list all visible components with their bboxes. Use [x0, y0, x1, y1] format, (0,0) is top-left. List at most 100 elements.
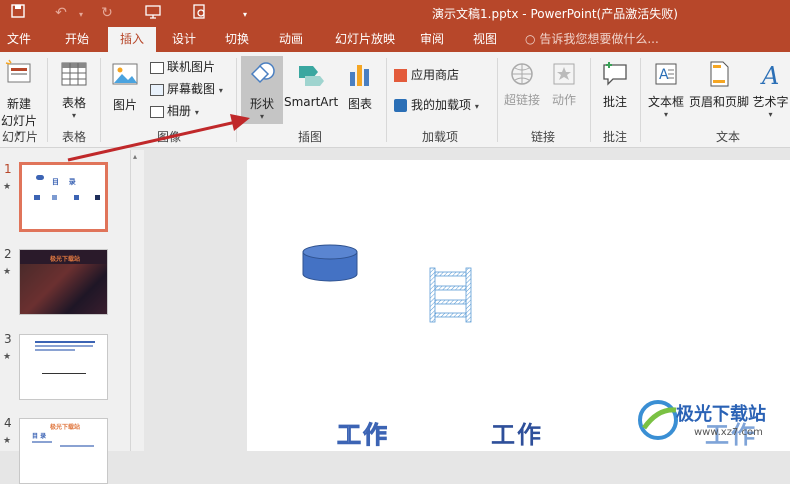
group-text-label: 文本 [716, 130, 741, 144]
slide-thumbnail-3[interactable] [19, 334, 108, 400]
thumbnail-scrollbar[interactable]: ▴ [130, 150, 144, 451]
group-slides-label: 幻灯片 [2, 130, 39, 144]
wordart-icon: A [760, 62, 779, 90]
thumbnail-subtitle: 目 录 [32, 433, 47, 440]
action-icon [553, 63, 575, 85]
thumbnail-title: 极光下载站 [50, 256, 81, 263]
smartart-icon [299, 66, 324, 86]
comment-button[interactable]: 批注 [595, 56, 635, 124]
header-footer-icon [710, 61, 729, 87]
table-label: 表格 [61, 96, 86, 110]
star-icon: ★ [3, 182, 12, 192]
my-addins-icon [394, 99, 407, 112]
tab-review[interactable]: 审阅 [412, 27, 452, 52]
online-picture-button[interactable]: 联机图片 [150, 58, 215, 75]
slide-number: 3 [4, 332, 12, 346]
chevron-down-icon: ▾ [259, 112, 264, 121]
slide-thumbnail-1[interactable]: 目 录 [19, 162, 108, 232]
thumbnail-text-line [35, 345, 93, 347]
shapes-label: 形状 [249, 97, 274, 111]
slide-thumbnail-2[interactable]: 极光下载站 [19, 249, 108, 315]
watermark-logo [638, 400, 678, 440]
chevron-down-icon: ▾ [218, 86, 223, 95]
group-illustrations-label: 插图 [298, 130, 323, 144]
ribbon: 新建 幻灯片 ▾ 幻灯片 表格 ▾ 表格 图片 联机图片 屏幕截图 ▾ 相册 ▾… [0, 52, 790, 148]
screenshot-label: 屏幕截图 [167, 82, 216, 96]
store-label: 应用商店 [411, 68, 460, 82]
comment-label: 批注 [602, 95, 627, 109]
new-slide-label-2: 幻灯片 [0, 114, 37, 128]
tab-home[interactable]: 开始 [54, 27, 100, 52]
thumbnail-shape [74, 195, 79, 200]
header-footer-button[interactable]: 页眉和页脚 [688, 56, 750, 124]
svg-text:A: A [760, 62, 779, 88]
smartart-label: SmartArt [284, 95, 339, 109]
thumbnail-image [20, 264, 107, 314]
picture-button[interactable]: 图片 [104, 54, 146, 124]
new-slide-icon [5, 59, 31, 83]
album-button[interactable]: 相册 ▾ [150, 102, 199, 119]
thumbnail-shape [34, 195, 40, 200]
store-icon [394, 69, 407, 82]
cylinder-shape[interactable] [301, 244, 361, 284]
group-comments-label: 批注 [603, 130, 628, 144]
hyperlink-icon [511, 63, 533, 85]
redo-icon[interactable]: ↻ [98, 4, 116, 22]
new-slide-label-1: 新建 [6, 97, 31, 111]
undo-icon[interactable]: ↶ [52, 4, 70, 22]
window-title: 演示文稿1.pptx - PowerPoint(产品激活失败) [432, 7, 678, 21]
chevron-down-icon: ▾ [663, 110, 668, 119]
table-button[interactable]: 表格 ▾ [52, 54, 96, 124]
hyperlink-label: 超链接 [503, 93, 540, 107]
shapes-button[interactable]: 形状 ▾ [241, 56, 283, 124]
chevron-down-icon: ▾ [71, 111, 76, 120]
tab-insert[interactable]: 插入 [108, 27, 156, 52]
thumbnail-text-line [35, 341, 95, 343]
tab-design[interactable]: 设计 [164, 27, 204, 52]
thumbnail-shape [95, 195, 100, 200]
tell-me-box[interactable]: ○ 告诉我您想要做什么... [525, 27, 659, 52]
thumbnail-shape [36, 175, 44, 180]
slide-text-bold[interactable]: 工作 [491, 422, 543, 448]
undo-dropdown-icon[interactable]: ▾ [72, 4, 90, 22]
group-separator [640, 58, 641, 142]
header-footer-label: 页眉和页脚 [688, 95, 749, 109]
thumbnail-text-line [35, 349, 75, 351]
group-separator [100, 58, 101, 142]
tab-animations[interactable]: 动画 [270, 27, 312, 52]
screenshot-button[interactable]: 屏幕截图 ▾ [150, 80, 223, 97]
textbox-label: 文本框 [647, 95, 684, 109]
store-button[interactable]: 应用商店 [394, 66, 459, 83]
tab-transitions[interactable]: 切换 [216, 27, 258, 52]
screenshot-icon [150, 83, 164, 96]
slideshow-icon[interactable] [144, 4, 162, 22]
smartart-button[interactable]: SmartArt [284, 56, 338, 124]
action-button[interactable]: 动作 [544, 56, 584, 124]
thumbnail-title: 目 录 [52, 178, 76, 186]
slide-text-outlined[interactable]: 工作 [337, 422, 389, 449]
new-slide-button[interactable]: 新建 幻灯片 ▾ [0, 54, 38, 138]
my-addins-label: 我的加载项 [411, 98, 472, 112]
group-addins-label: 加载项 [422, 130, 459, 144]
star-icon: ★ [3, 352, 12, 362]
chart-button[interactable]: 图表 [340, 56, 380, 124]
watermark-name: 极光下载站 [676, 404, 766, 425]
textbox-button[interactable]: A 文本框 ▾ [645, 56, 687, 124]
wordart-button[interactable]: A 艺术字 ▾ [751, 56, 790, 124]
tab-slideshow[interactable]: 幻灯片放映 [324, 27, 406, 52]
ladder-shape[interactable] [428, 266, 474, 324]
tab-file[interactable]: 文件 [0, 27, 38, 52]
tab-view[interactable]: 视图 [465, 27, 505, 52]
shapes-icon [250, 62, 275, 84]
slide-thumbnail-4[interactable]: 极光下载站 目 录 [19, 418, 108, 484]
star-icon: ★ [3, 267, 12, 277]
group-tables-label: 表格 [62, 130, 87, 144]
print-preview-icon[interactable] [191, 4, 209, 22]
group-links-label: 链接 [531, 130, 556, 144]
scroll-up-icon[interactable]: ▴ [133, 152, 137, 161]
save-icon[interactable] [9, 4, 27, 22]
customize-icon[interactable]: ▾ [236, 4, 254, 22]
hyperlink-button[interactable]: 超链接 [502, 56, 542, 124]
my-addins-button[interactable]: 我的加载项 ▾ [394, 96, 479, 113]
chart-label: 图表 [347, 97, 372, 111]
